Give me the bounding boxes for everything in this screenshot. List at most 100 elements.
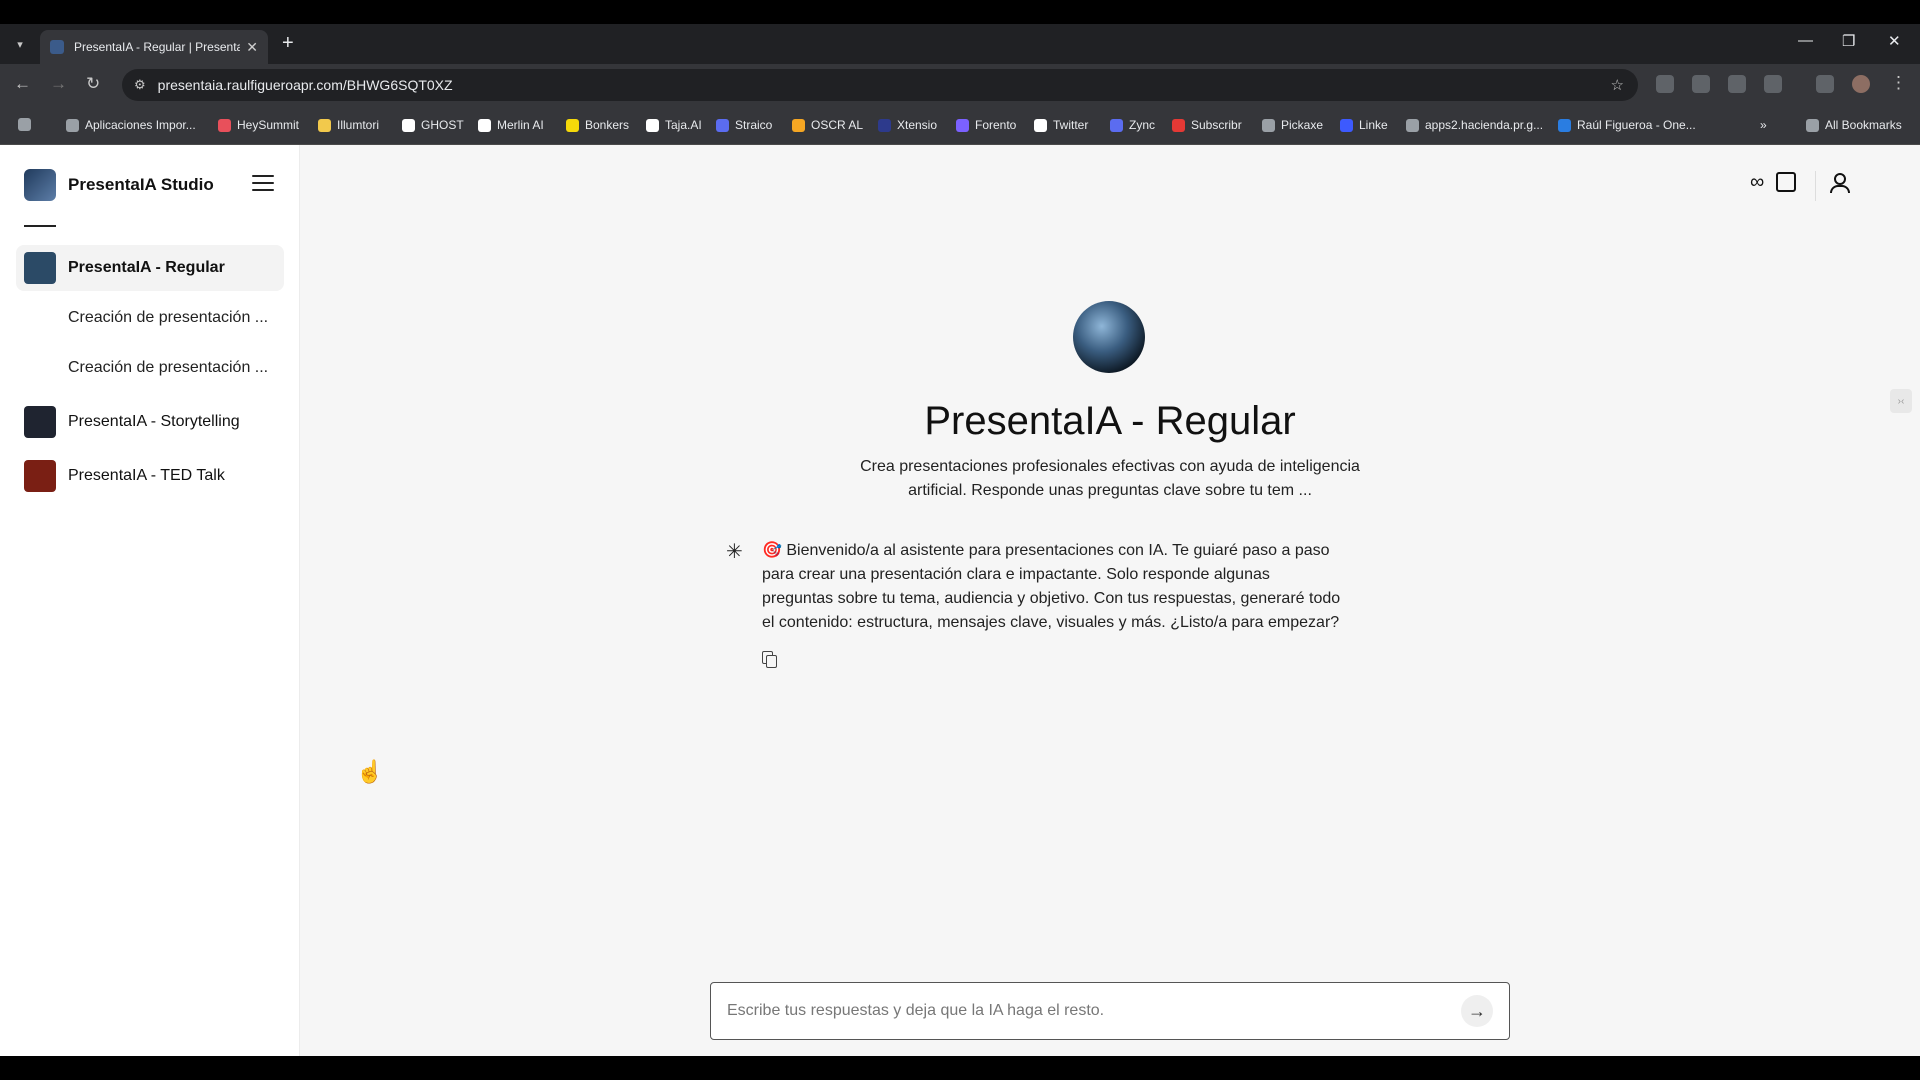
site-info-icon[interactable]: ⚙ (134, 77, 146, 93)
all-bookmarks-folder[interactable]: All Bookmarks (1806, 118, 1902, 132)
bookmark-label: OSCR AL (811, 118, 864, 132)
chat-input[interactable] (727, 1002, 1461, 1020)
bookmark-item[interactable]: Raúl Figueroa - One... (1558, 118, 1696, 132)
bookmark-label: Forento (975, 118, 1017, 132)
bookmark-label: HeySummit (237, 118, 300, 132)
extensions-puzzle-icon[interactable] (1764, 75, 1782, 93)
bookmark-favicon-icon (478, 118, 491, 132)
user-icon[interactable] (1830, 173, 1850, 193)
bookmark-label: Taja.AI (665, 118, 702, 132)
bookmark-label: Bonkers (585, 118, 630, 132)
conversation-item[interactable]: Creación de presentación ... (68, 359, 268, 377)
url-text: presentaia.raulfigueroapr.com/BHWG6SQT0X… (157, 77, 453, 93)
side-panel-toggle-icon[interactable]: ›‹ (1890, 389, 1912, 413)
minimize-icon[interactable]: — (1798, 32, 1813, 49)
bookmark-item[interactable]: Zync (1110, 118, 1155, 132)
bookmark-favicon-icon (1340, 118, 1353, 132)
close-window-icon[interactable]: ✕ (1888, 32, 1901, 50)
bookmark-favicon-icon (1558, 118, 1571, 132)
tab-close-icon[interactable]: ✕ (246, 39, 258, 56)
bookmark-favicon-icon (218, 118, 231, 132)
menu-icon[interactable] (252, 175, 274, 191)
sidebar: PresentaIA Studio PresentaIA - Regular C… (0, 145, 300, 1056)
bookmark-item[interactable]: Subscribr (1172, 118, 1242, 132)
bookmark-label: Raúl Figueroa - One... (1577, 118, 1696, 132)
back-icon[interactable]: ← (14, 74, 31, 94)
bookmark-favicon-icon (878, 118, 891, 132)
storytelling-thumbnail (24, 406, 56, 438)
bookmark-item[interactable]: OSCR AL (792, 118, 863, 132)
assistant-description: Crea presentaciones profesionales efecti… (860, 458, 1360, 499)
apps-grid-icon[interactable] (18, 118, 37, 131)
bookmark-favicon-icon (402, 118, 415, 132)
screen: ▾ PresentaIA - Regular | Presenta ✕ + — … (0, 0, 1920, 1080)
bookmark-item[interactable]: Xtensio (878, 118, 937, 132)
browser-tab[interactable]: PresentaIA - Regular | Presenta ✕ (40, 30, 268, 64)
bookmark-favicon-icon (646, 118, 659, 132)
extension-shield-icon[interactable] (1656, 75, 1674, 93)
bookmark-item[interactable]: Twitter (1034, 118, 1088, 132)
extension-pen-icon[interactable] (1728, 75, 1746, 93)
bookmark-label: apps2.hacienda.pr.g... (1425, 118, 1544, 132)
bookmark-label: Straico (735, 118, 773, 132)
chat-input-box[interactable]: → (710, 982, 1510, 1040)
ted-talk-thumbnail (24, 460, 56, 492)
browser-menu-icon[interactable]: ⋮ (1890, 73, 1907, 93)
brand-name: PresentaIA Studio (68, 175, 214, 194)
conversation-item[interactable]: Creación de presentación ... (68, 309, 268, 327)
download-icon[interactable] (1816, 75, 1834, 93)
bookmark-label: Xtensio (897, 118, 938, 132)
bookmark-item[interactable]: Bonkers (566, 118, 629, 132)
sidebar-item-label: PresentaIA - TED Talk (68, 467, 225, 484)
bookmark-item[interactable]: Straico (716, 118, 772, 132)
bookmark-favicon-icon (66, 118, 79, 132)
brand[interactable]: PresentaIA Studio (24, 169, 214, 201)
bookmark-item[interactable]: Illumtori (318, 118, 379, 132)
sidebar-item-storytelling[interactable]: PresentaIA - Storytelling (16, 399, 284, 445)
bookmark-favicon-icon (1172, 118, 1185, 132)
bookmark-item[interactable]: Pickaxe (1262, 118, 1323, 132)
sidebar-item-ted-talk[interactable]: PresentaIA - TED Talk (16, 453, 284, 499)
browser-chrome: ▾ PresentaIA - Regular | Presenta ✕ + — … (0, 24, 1920, 145)
restore-icon[interactable]: ❐ (1842, 32, 1855, 50)
app-page: PresentaIA Studio PresentaIA - Regular C… (0, 145, 1920, 1056)
bookmark-item[interactable]: HeySummit (218, 118, 299, 132)
divider (24, 225, 56, 227)
chip-icon[interactable] (1776, 172, 1796, 192)
bookmark-item[interactable]: GHOST (402, 118, 464, 132)
bookmarks-bar: Aplicaciones Impor... HeySummit Illumtori G… (0, 106, 1920, 145)
infinity-icon[interactable]: ∞ (1750, 171, 1764, 194)
sidebar-item-label: PresentaIA - Storytelling (68, 413, 240, 430)
bookmark-item[interactable]: Aplicaciones Impor... (66, 118, 196, 132)
bookmark-favicon-icon (318, 118, 331, 132)
bookmark-item[interactable]: Linke (1340, 118, 1388, 132)
bookmark-label: Merlin AI (497, 118, 544, 132)
copy-icon[interactable] (762, 651, 777, 668)
assistant-message: 🎯 Bienvenido/a al asistente para present… (762, 542, 1341, 631)
send-button[interactable]: → (1461, 995, 1493, 1027)
bookmark-star-icon[interactable]: ☆ (1611, 76, 1624, 94)
tab-title: PresentaIA - Regular | Presenta (74, 40, 241, 54)
page-title: PresentaIA - Regular (924, 399, 1296, 443)
brand-logo (24, 169, 56, 201)
bookmark-favicon-icon (716, 118, 729, 132)
bookmark-label: Aplicaciones Impor... (85, 118, 196, 132)
bookmark-label: Subscribr (1191, 118, 1242, 132)
bookmark-label: Twitter (1053, 118, 1089, 132)
bookmarks-overflow-icon[interactable]: » (1760, 118, 1767, 132)
sidebar-item-regular[interactable]: PresentaIA - Regular (16, 245, 284, 291)
bookmark-item[interactable]: Forento (956, 118, 1016, 132)
bookmark-item[interactable]: Taja.AI (646, 118, 702, 132)
extension-mail-icon[interactable] (1692, 75, 1710, 93)
new-tab-icon[interactable]: + (282, 32, 294, 55)
profile-avatar-icon[interactable] (1852, 75, 1870, 93)
bookmark-favicon-icon (1034, 118, 1047, 132)
regular-thumbnail (24, 252, 56, 284)
bookmark-item[interactable]: apps2.hacienda.pr.g... (1406, 118, 1543, 132)
address-bar[interactable]: ⚙ presentaia.raulfigueroapr.com/BHWG6SQT… (122, 69, 1638, 101)
bookmark-item[interactable]: Merlin AI (478, 118, 544, 132)
bookmark-label: Linke (1359, 118, 1388, 132)
forward-icon[interactable]: → (50, 74, 67, 94)
reload-icon[interactable]: ↻ (86, 74, 100, 94)
tab-search-icon[interactable]: ▾ (8, 32, 32, 56)
